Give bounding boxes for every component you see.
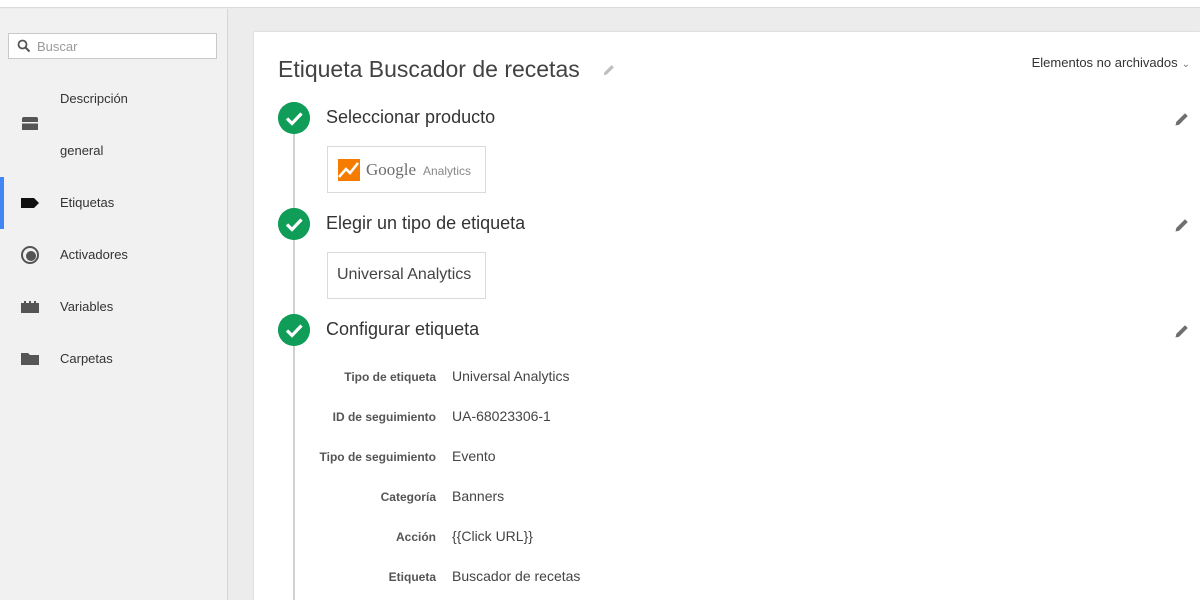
- trigger-icon: [21, 246, 39, 264]
- filter-label: Elementos no archivados: [1031, 55, 1178, 70]
- check-circle-icon: [278, 208, 310, 240]
- config-label: Etiqueta: [388, 570, 436, 584]
- config-label: ID de seguimiento: [332, 410, 436, 424]
- active-indicator: [0, 177, 4, 229]
- variables-icon: [21, 301, 39, 313]
- chevron-down-icon: ⌄: [1181, 59, 1190, 70]
- step-timeline: [293, 132, 295, 600]
- tag-type-label: Universal Analytics: [337, 266, 472, 283]
- config-value: Evento: [452, 448, 496, 464]
- sidebar-item-folders[interactable]: Carpetas: [0, 333, 227, 385]
- config-value: UA-68023306-1: [452, 408, 551, 424]
- sidebar-item-tags[interactable]: Etiquetas: [0, 177, 227, 229]
- top-bar: [0, 0, 1200, 8]
- search-box[interactable]: [8, 33, 217, 59]
- folder-icon: [21, 353, 39, 365]
- config-value: Universal Analytics: [452, 368, 570, 384]
- product-name: Analytics: [423, 164, 472, 178]
- sidebar: Descripción general Etiquetas Activadore…: [0, 9, 228, 600]
- product-chip[interactable]: Google Analytics: [327, 146, 486, 193]
- check-circle-icon: [278, 102, 310, 134]
- search-input[interactable]: [37, 36, 213, 56]
- tag-editor-card: Etiqueta Buscador de recetas Elementos n…: [254, 32, 1200, 600]
- step-title: Elegir un tipo de etiqueta: [326, 213, 526, 233]
- archive-filter-dropdown[interactable]: Elementos no archivados ⌄: [1032, 55, 1190, 70]
- sidebar-item-label: Etiquetas: [60, 195, 115, 210]
- page-title: Etiqueta Buscador de recetas: [278, 56, 580, 82]
- product-brand: Google: [366, 160, 417, 179]
- sidebar-item-label: Carpetas: [60, 351, 113, 366]
- step-title: Seleccionar producto: [326, 107, 496, 127]
- sidebar-item-triggers[interactable]: Activadores: [0, 229, 227, 281]
- edit-pencil-icon[interactable]: [1174, 111, 1190, 127]
- inbox-icon: [22, 117, 38, 130]
- config-value: {{Click URL}}: [452, 528, 533, 544]
- config-value: Buscador de recetas: [452, 568, 581, 584]
- sidebar-item-label: Activadores: [60, 247, 128, 262]
- google-analytics-logo: [338, 159, 360, 181]
- edit-title-icon[interactable]: [602, 63, 616, 77]
- config-label: Tipo de etiqueta: [344, 370, 436, 384]
- check-circle-icon: [278, 314, 310, 346]
- config-label: Categoría: [380, 490, 436, 504]
- config-label: Tipo de seguimiento: [319, 450, 436, 464]
- step-title: Configurar etiqueta: [326, 319, 480, 339]
- config-value: Banners: [452, 488, 505, 504]
- sidebar-item-label: Descripción: [60, 91, 128, 106]
- search-icon: [17, 39, 31, 53]
- sidebar-item-overview[interactable]: Descripción general: [0, 73, 227, 177]
- sidebar-item-label: Variables: [60, 299, 114, 314]
- config-label: Acción: [395, 530, 436, 544]
- edit-pencil-icon[interactable]: [1174, 217, 1190, 233]
- sidebar-item-variables[interactable]: Variables: [0, 281, 227, 333]
- tag-type-chip[interactable]: Universal Analytics: [327, 252, 486, 299]
- sidebar-item-label: general: [60, 143, 104, 158]
- edit-pencil-icon[interactable]: [1174, 323, 1190, 339]
- tag-icon: [21, 198, 39, 208]
